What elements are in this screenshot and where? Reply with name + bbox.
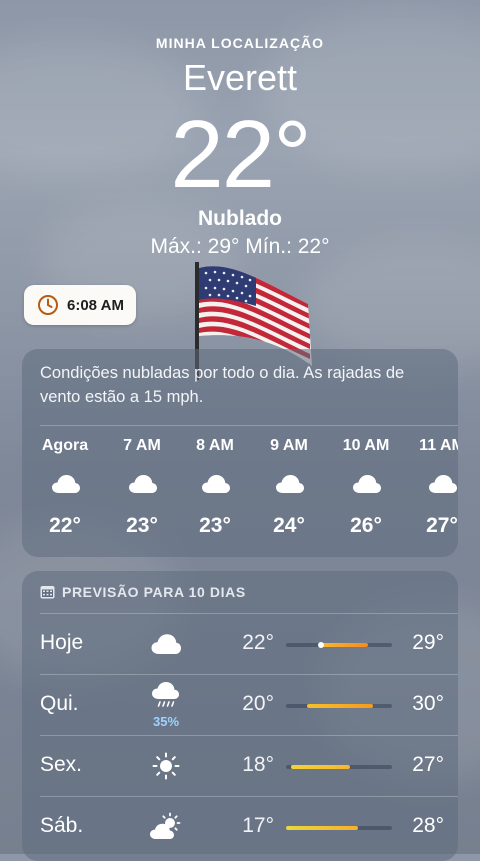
high-temp: 28° <box>412 814 444 837</box>
cloud-icon <box>276 475 304 493</box>
time-label: 6:08 AM <box>67 296 124 314</box>
hour-label: 7 AM <box>123 437 161 454</box>
low-temp: 22° <box>242 631 274 654</box>
forecast-title-text: PREVISÃO PARA 10 DIAS <box>62 584 246 600</box>
current-temperature: 22° <box>170 101 311 208</box>
range-fill <box>286 826 359 830</box>
hour-temp: 27° <box>426 514 458 537</box>
high-temp: 29° <box>412 631 444 654</box>
hour-label: 8 AM <box>196 437 234 454</box>
day-label: Qui. <box>40 692 79 715</box>
hour-temp: 23° <box>199 514 231 537</box>
hourly-summary: Condições nubladas por todo o dia. As ra… <box>40 364 405 406</box>
range-fill <box>320 643 368 647</box>
precipitation-chance: 35% <box>152 714 180 729</box>
day-label: Hoje <box>40 631 84 654</box>
high-temp: 30° <box>412 692 444 715</box>
cloud-rain-icon <box>152 682 179 707</box>
divider <box>40 425 458 426</box>
hour-temp: 26° <box>350 514 382 537</box>
temp-range-bar <box>286 704 392 708</box>
hour-temp: 24° <box>273 514 305 537</box>
hour-temp: 22° <box>49 514 81 537</box>
forecast-row[interactable]: Hoje 22° 29° <box>22 614 458 674</box>
hour-temp: 23° <box>126 514 158 537</box>
partly-sunny-icon <box>150 812 181 839</box>
day-label: Sex. <box>40 753 83 776</box>
high-low-temperatures: Máx.: 29° Mín.: 22° <box>150 235 330 258</box>
forecast-row[interactable]: Sex. 18° 27° <box>22 736 458 796</box>
hour-label: 10 AM <box>342 437 390 454</box>
forecast-row[interactable]: Sáb. 17° 28° <box>22 797 458 857</box>
forecast-title: PREVISÃO PARA 10 DIAS <box>40 584 246 600</box>
clock-icon <box>38 295 58 315</box>
ten-day-forecast-card[interactable]: PREVISÃO PARA 10 DIAS Hoje 22° 29° Qui. … <box>22 571 458 861</box>
low-temp: 18° <box>242 753 274 776</box>
hour-label: Agora <box>41 437 89 454</box>
low-temp: 17° <box>242 814 274 837</box>
high-temp: 27° <box>412 753 444 776</box>
range-fill <box>291 765 350 769</box>
current-condition: Nublado <box>198 207 282 230</box>
current-temp-dot <box>317 642 324 648</box>
sun-icon <box>152 752 180 780</box>
range-fill <box>307 704 373 708</box>
cloud-icon <box>129 475 157 493</box>
hour-label: 9 AM <box>270 437 308 454</box>
city-name: Everett <box>182 57 298 98</box>
hour-label: 11 AM <box>419 437 458 454</box>
hourly-forecast-card[interactable]: Condições nubladas por todo o dia. As ra… <box>22 349 458 557</box>
location-label: MINHA LOCALIZAÇÃO <box>155 35 325 51</box>
cloud-icon <box>353 475 381 493</box>
calendar-icon <box>40 586 55 599</box>
temp-range-bar <box>286 642 392 648</box>
day-label: Sáb. <box>40 814 84 837</box>
cloud-icon <box>202 475 230 493</box>
temp-range-bar <box>286 826 392 830</box>
low-temp: 20° <box>242 692 274 715</box>
cloud-icon <box>429 475 457 493</box>
time-pill[interactable]: 6:08 AM <box>24 285 136 325</box>
forecast-row[interactable]: Qui. 35% 20° 30° <box>22 675 458 735</box>
cloud-icon <box>151 634 181 654</box>
temp-range-bar <box>286 765 392 769</box>
hourly-list[interactable]: Agora 22° 7 AM 23° 8 AM 23° 9 AM 24° 10 … <box>22 433 458 543</box>
cloud-icon <box>52 475 80 493</box>
